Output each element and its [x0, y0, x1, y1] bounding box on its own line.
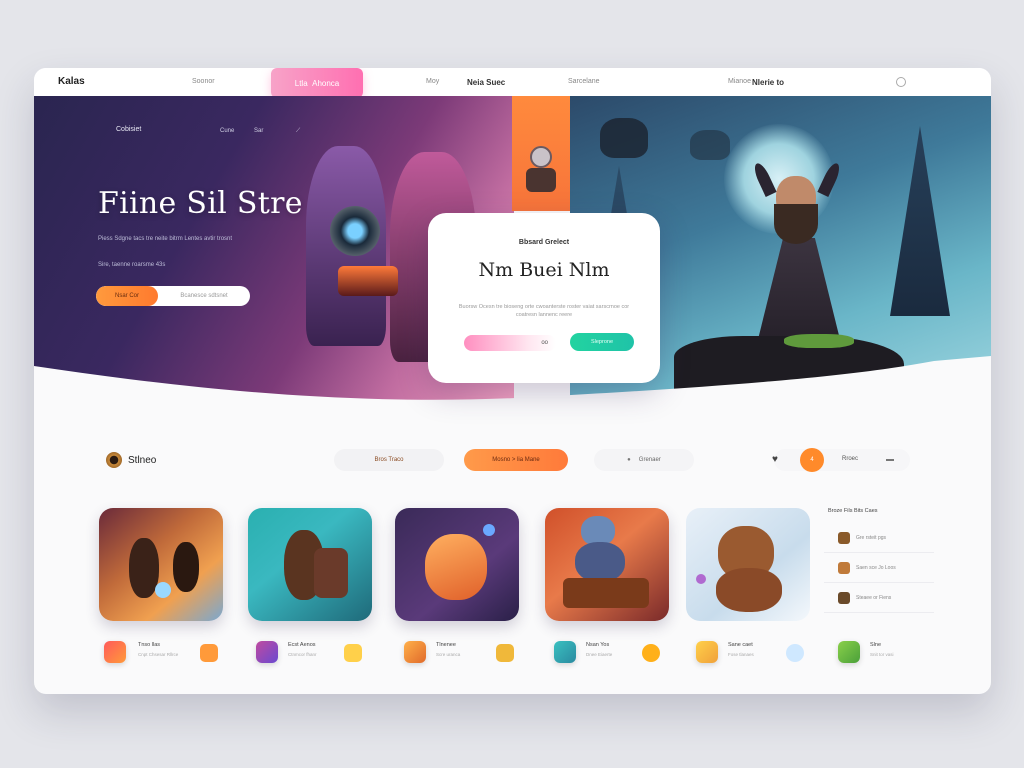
app-name-5: Sane caet — [728, 642, 753, 648]
creature-icon — [600, 118, 648, 158]
notification-badge[interactable]: 4 — [800, 448, 824, 472]
card-primary-button[interactable]: Sleprone — [570, 333, 634, 351]
hero-brand-label[interactable]: Cobisiet — [116, 126, 141, 133]
feature-card: Bbsard Grelect Nm Buei Nlm Buorsw Ocesn … — [428, 213, 660, 383]
app-sub-6: Snit tor vasi — [870, 652, 894, 657]
side-list-item-3-label: Steaee or Fiens — [856, 595, 892, 601]
app-badge-icon-3[interactable] — [496, 644, 514, 662]
nav-item-6[interactable]: Nlerie to — [752, 78, 784, 87]
side-list: Broze Fils Bits Caes Gre rsteit pgs Saen… — [824, 508, 944, 613]
nav-item-1[interactable]: Soonor — [192, 78, 215, 85]
app-name-1: Tnso llas — [138, 642, 161, 648]
top-nav: Kalas Soonor Ltla Ahonca Moy Neia Suec S… — [34, 68, 991, 98]
app-sub-4: Dnee Eiaerte — [586, 652, 613, 657]
app-badge-icon-1[interactable] — [200, 644, 218, 662]
globe-icon[interactable] — [896, 77, 906, 87]
nav-item-4[interactable]: Sarcelane — [568, 78, 600, 85]
app-icon-1[interactable] — [104, 641, 126, 663]
nav-pill-label: Ltla — [294, 78, 308, 88]
card-title: Nm Buei Nlm — [478, 259, 610, 281]
search-field[interactable]: ● Grenaer — [594, 449, 694, 471]
app-icon-5[interactable] — [696, 641, 718, 663]
hero-primary-button[interactable]: Nsar Cor — [96, 286, 158, 306]
divider — [824, 552, 934, 553]
hero-nav-1[interactable]: Cune — [220, 128, 234, 134]
app-name-3: Tlnenee — [436, 642, 456, 648]
item-thumb-icon — [838, 592, 850, 604]
card-secondary-button[interactable]: oo — [464, 335, 556, 351]
side-list-item-2[interactable]: Saen sce Jo Loos — [838, 562, 896, 574]
robot-icon — [520, 146, 562, 196]
nav-item-2[interactable]: Moy — [426, 78, 439, 85]
app-sub-1: Cnpt Chsesar Rllrce — [138, 652, 179, 657]
menu-dash-icon[interactable] — [886, 459, 894, 461]
side-list-item-3[interactable]: Steaee or Fiens — [838, 592, 891, 604]
filter-button-active[interactable]: Mosno > lia Mane — [464, 449, 568, 471]
hero-tagline: Sire, taenne roarsme 43s — [98, 262, 166, 268]
app-badge-icon-5[interactable] — [786, 644, 804, 662]
card-description: Buorsw Ocesn tre bioseng orte cwoanterst… — [458, 304, 630, 318]
nav-pill-sub: Ahonca — [312, 78, 340, 88]
game-card-1[interactable] — [99, 508, 223, 621]
card-label: Bbsard Grelect — [518, 239, 570, 246]
item-thumb-icon — [838, 532, 850, 544]
app-badge-icon-2[interactable] — [344, 644, 362, 662]
side-list-header: Broze Fils Bits Caes — [828, 508, 878, 514]
heart-icon[interactable]: ♥ — [772, 454, 778, 465]
item-thumb-icon — [838, 562, 850, 574]
game-card-2[interactable] — [248, 508, 372, 621]
nav-active-pill[interactable]: Ltla Ahonca — [271, 68, 363, 98]
nav-item-3[interactable]: Neia Suec — [467, 78, 505, 87]
app-window: Kalas Soonor Ltla Ahonca Moy Neia Suec S… — [34, 68, 991, 694]
account-label[interactable]: Rroec — [842, 456, 858, 462]
side-list-item-2-label: Saen sce Jo Loos — [856, 565, 896, 571]
hero-brand: Cobisiet — [102, 126, 141, 133]
hero-nav-2[interactable]: Sar — [254, 128, 263, 134]
hero-secondary-button[interactable]: Bcanesce sdtsnet — [158, 293, 250, 299]
app-badge-icon-4[interactable] — [642, 644, 660, 662]
app-icon-2[interactable] — [256, 641, 278, 663]
app-icon-4[interactable] — [554, 641, 576, 663]
hero-subtitle: Piess Sdgne tacs tre neite bitrm Lentes … — [98, 236, 233, 242]
app-icon-6[interactable] — [838, 641, 860, 663]
divider — [824, 582, 934, 583]
app-sub-5: Fose tlanaes — [728, 652, 754, 657]
store-toolbar: Stlneo Bros Traco Mosno > lia Mane ● Gre… — [34, 443, 991, 479]
game-card-4[interactable] — [545, 508, 669, 621]
app-name-2: Ecst Aenos — [288, 642, 316, 648]
filter-button-1[interactable]: Bros Traco — [334, 449, 444, 471]
game-card-3[interactable] — [395, 508, 519, 621]
game-card-5[interactable] — [686, 508, 810, 621]
app-sub-3: Scre uranca — [436, 652, 461, 657]
hero-button-group: Nsar Cor Bcanesce sdtsnet — [96, 286, 250, 306]
grass-art — [784, 334, 854, 348]
side-list-item-1[interactable]: Gre rsteit pgs — [838, 532, 886, 544]
wand-icon[interactable]: ⟋ — [296, 128, 300, 135]
nav-item-5[interactable]: Mianoe — [728, 78, 751, 85]
app-name-4: Nsan Yos — [586, 642, 610, 648]
machine-eye-icon — [330, 206, 380, 256]
site-logo[interactable]: Kalas — [58, 76, 85, 87]
glow-art — [338, 266, 398, 296]
app-icon-3[interactable] — [404, 641, 426, 663]
side-list-item-1-label: Gre rsteit pgs — [856, 535, 887, 541]
app-sub-2: Ctnmcor fhanr — [288, 652, 317, 657]
tag-icon: ● — [627, 457, 631, 463]
app-name-6: Slne — [870, 642, 882, 648]
store-logo-icon — [106, 452, 122, 468]
hero-title: Fiine Sil Stre — [98, 186, 303, 221]
search-field-label: Grenaer — [638, 457, 661, 463]
store-name: Stlneo — [128, 455, 157, 466]
divider — [824, 612, 934, 613]
